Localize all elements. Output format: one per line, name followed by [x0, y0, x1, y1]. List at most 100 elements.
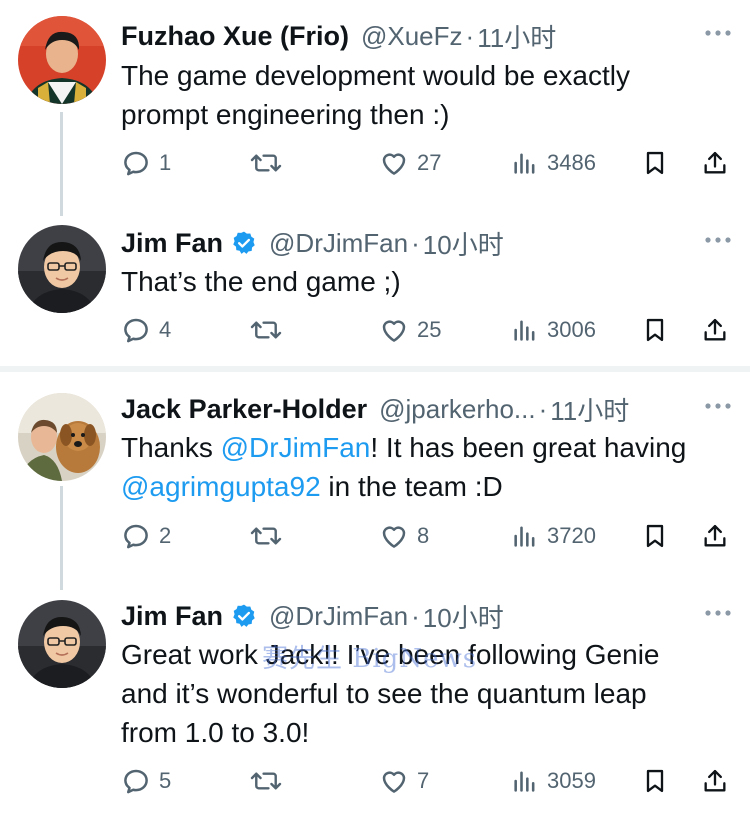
more-icon[interactable]	[704, 401, 732, 411]
views-button[interactable]: 3486	[511, 143, 596, 183]
like-count: 25	[417, 317, 442, 342]
tweet-text-line: from 1.0 to 3.0!	[121, 717, 310, 748]
tweet-text-segment: ! It has been great having	[370, 432, 687, 463]
views-button[interactable]: 3006	[511, 310, 596, 350]
tweet-text-line: Thanks @DrJimFan! It has been great havi…	[121, 428, 731, 467]
tweet-text-line: Great work Jack!! I’ve been following Ge…	[121, 639, 660, 670]
avatar[interactable]	[18, 393, 106, 481]
more-icon[interactable]	[704, 28, 732, 38]
avatar[interactable]	[18, 16, 106, 104]
verified-icon	[233, 604, 255, 627]
retweet-button[interactable]	[249, 516, 283, 556]
views-icon	[514, 771, 535, 792]
retweet-icon	[250, 527, 282, 545]
view-count: 3486	[547, 150, 596, 175]
tweet[interactable]: Fuzhao Xue (Frio) @XueFz · 11小时 The game…	[0, 16, 750, 206]
view-count: 3006	[547, 317, 596, 342]
timestamp[interactable]: 10小时	[423, 225, 504, 262]
action-bar: 1 27 3486	[121, 143, 733, 183]
action-bar: 2 8 3720	[121, 516, 733, 556]
views-icon	[514, 526, 535, 547]
like-button[interactable]: 25	[379, 310, 441, 350]
more-icon[interactable]	[704, 608, 732, 618]
reply-count: 1	[159, 150, 172, 175]
views-button[interactable]: 3059	[511, 761, 596, 801]
retweet-button[interactable]	[249, 310, 283, 350]
like-button[interactable]: 8	[379, 516, 429, 556]
timestamp[interactable]: 11小时	[477, 18, 556, 55]
like-button[interactable]: 27	[379, 143, 441, 183]
like-count: 8	[417, 523, 430, 548]
author-name[interactable]: Jim Fan	[121, 601, 223, 632]
action-bar: 5 7 3059	[121, 761, 733, 801]
tweet[interactable]: Jim Fan @DrJimFan · 10小时 Great work Jack…	[0, 596, 750, 811]
bookmark-button[interactable]	[641, 761, 669, 801]
reply-button[interactable]: 5	[121, 761, 171, 801]
reply-icon	[124, 151, 148, 176]
share-icon	[704, 524, 726, 547]
share-button[interactable]	[701, 516, 729, 556]
retweet-icon	[250, 154, 282, 172]
tweet-header: Jim Fan @DrJimFan · 10小时	[121, 223, 504, 263]
tweet-text: That’s the end game ;)	[121, 262, 731, 301]
like-icon	[382, 526, 406, 548]
tweet-text-line: The game development would be exactly	[121, 60, 630, 91]
retweet-button[interactable]	[249, 143, 283, 183]
retweet-button[interactable]	[249, 761, 283, 801]
author-handle[interactable]: @XueFz	[361, 21, 463, 52]
reply-icon	[124, 524, 148, 549]
tweet-text: Great work Jack!! I’ve been following Ge…	[121, 635, 731, 752]
bookmark-button[interactable]	[641, 310, 669, 350]
bookmark-button[interactable]	[641, 516, 669, 556]
tweet-text: The game development would be exactly pr…	[121, 56, 731, 134]
tweet-text-line: That’s the end game ;)	[121, 266, 401, 297]
timestamp[interactable]: 11小时	[550, 391, 629, 428]
like-icon	[382, 320, 406, 342]
more-icon[interactable]	[704, 235, 732, 245]
tweet-text-line: @agrimgupta92 in the team :D	[121, 467, 731, 506]
tweet[interactable]: Jim Fan @DrJimFan · 10小时 That’s the end …	[0, 223, 750, 363]
share-button[interactable]	[701, 310, 729, 350]
views-button[interactable]: 3720	[511, 516, 596, 556]
reply-icon	[124, 318, 148, 343]
view-count: 3720	[547, 523, 596, 548]
tweet-header: Jim Fan @DrJimFan · 10小时	[121, 596, 504, 636]
tweet-text-segment: in the team :D	[320, 471, 503, 502]
thread-divider	[0, 366, 750, 372]
share-button[interactable]	[701, 143, 729, 183]
reply-button[interactable]: 4	[121, 310, 171, 350]
bookmark-button[interactable]	[641, 143, 669, 183]
share-icon	[704, 769, 726, 792]
views-icon	[514, 320, 535, 341]
tweet-text: Thanks @DrJimFan! It has been great havi…	[121, 428, 731, 506]
mention-link[interactable]: @agrimgupta92	[121, 471, 321, 502]
mention-link[interactable]: @DrJimFan	[221, 432, 371, 463]
share-icon	[704, 151, 726, 174]
reply-count: 4	[159, 317, 172, 342]
reply-icon	[124, 769, 148, 794]
like-count: 27	[417, 150, 442, 175]
avatar[interactable]	[18, 600, 106, 688]
tweet-text-line: prompt engineering then :)	[121, 99, 450, 130]
author-name[interactable]: Fuzhao Xue (Frio)	[121, 21, 349, 52]
like-icon	[382, 771, 406, 793]
share-button[interactable]	[701, 761, 729, 801]
tweet[interactable]: Jack Parker-Holder @jparkerho... · 11小时 …	[0, 389, 750, 569]
author-handle[interactable]: @jparkerho...	[379, 394, 535, 425]
author-name[interactable]: Jack Parker-Holder	[121, 394, 367, 425]
bookmark-icon	[646, 318, 664, 342]
retweet-icon	[250, 321, 282, 339]
author-handle[interactable]: @DrJimFan	[269, 228, 408, 259]
reply-button[interactable]: 2	[121, 516, 171, 556]
like-button[interactable]: 7	[379, 761, 429, 801]
views-icon	[514, 153, 535, 174]
tweet-text-segment: Thanks	[121, 432, 221, 463]
like-icon	[382, 153, 406, 175]
bookmark-icon	[646, 769, 664, 793]
timestamp[interactable]: 10小时	[423, 598, 504, 635]
avatar[interactable]	[18, 225, 106, 313]
reply-button[interactable]: 1	[121, 143, 171, 183]
bookmark-icon	[646, 524, 664, 548]
author-name[interactable]: Jim Fan	[121, 228, 223, 259]
author-handle[interactable]: @DrJimFan	[269, 601, 408, 632]
